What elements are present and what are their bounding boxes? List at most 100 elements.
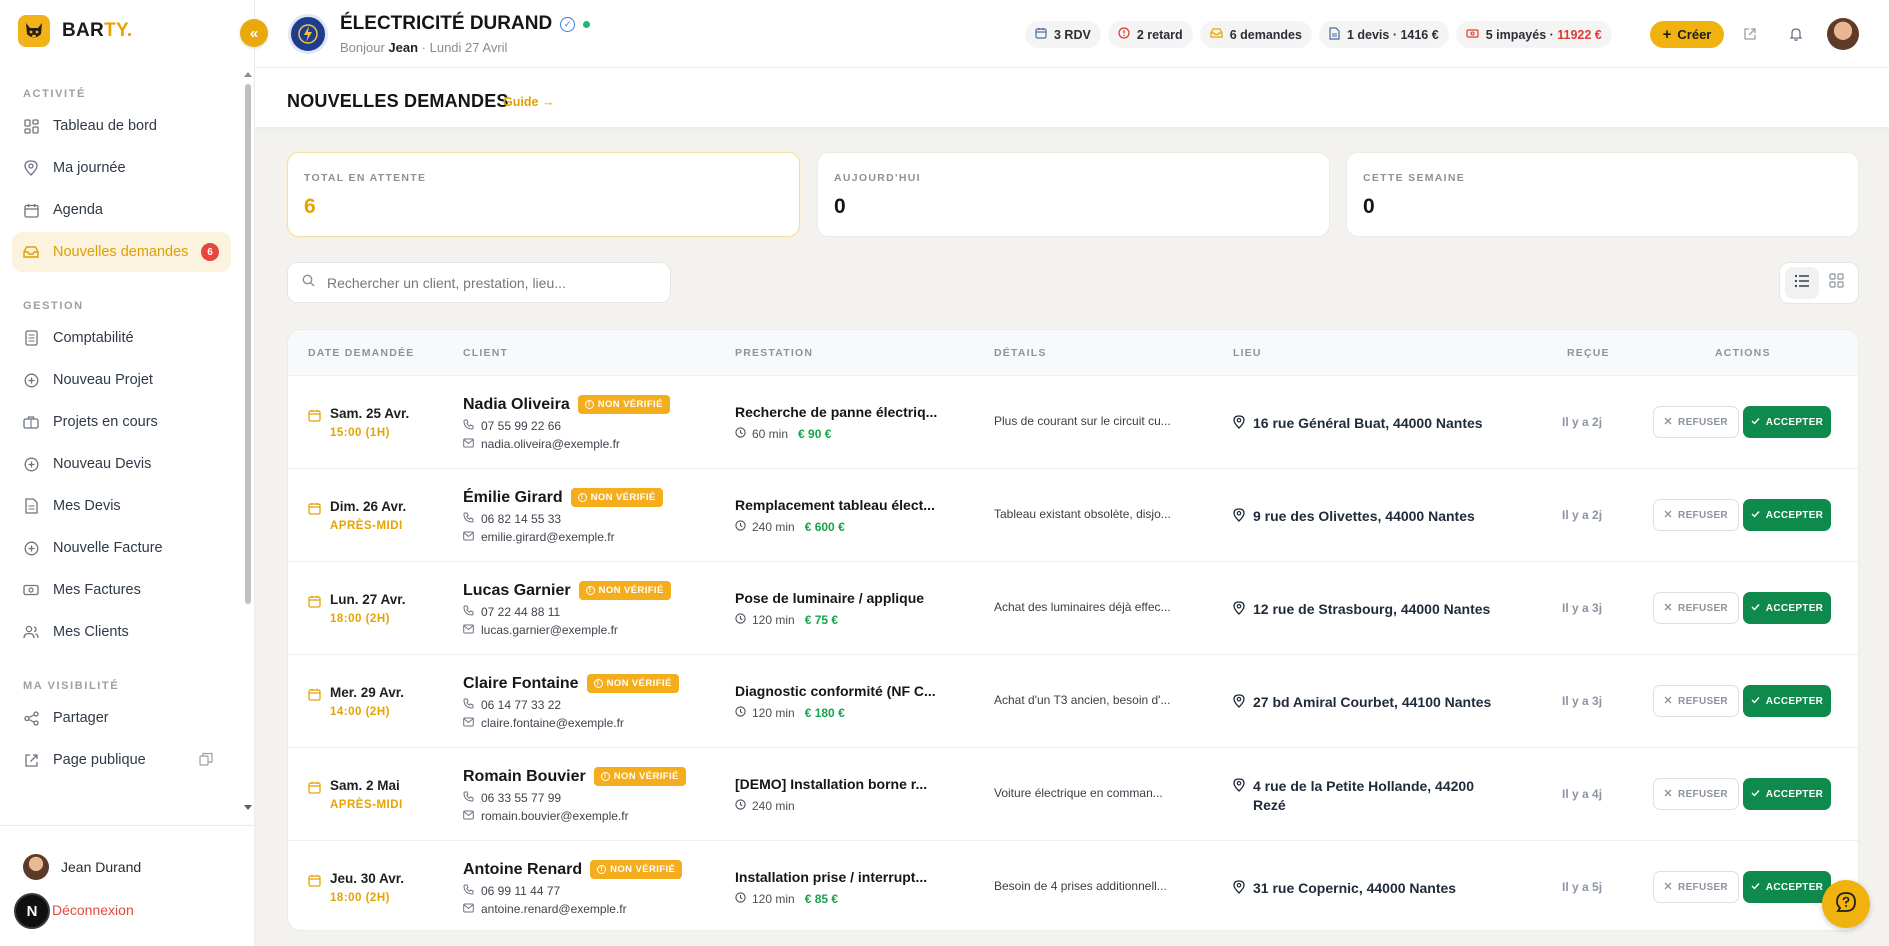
briefcase-icon — [23, 414, 39, 430]
refuse-button[interactable]: REFUSER — [1653, 406, 1739, 438]
client-name[interactable]: Lucas Garnier! NON VÉRIFIÉ — [463, 581, 671, 600]
unverified-badge: ! NON VÉRIFIÉ — [570, 488, 663, 507]
client-phone[interactable]: 06 82 14 55 33 — [463, 512, 561, 526]
sidebar-item-projets-en-cours[interactable]: Projets en cours — [12, 402, 231, 442]
client-email[interactable]: emilie.girard@exemple.fr — [463, 530, 615, 544]
sidebar-item-tableau-de-bord[interactable]: Tableau de bord — [12, 106, 231, 146]
table-row[interactable]: Mer. 29 Avr. 14:00 (2H) Claire Fontaine! NO… — [288, 654, 1858, 747]
list-icon — [1794, 274, 1810, 293]
grid-view-button[interactable] — [1820, 267, 1854, 299]
logout-button[interactable]: Déconnexion — [52, 902, 134, 918]
client-phone[interactable]: 07 55 99 22 66 — [463, 419, 561, 433]
sidebar-item-ma-journee[interactable]: Ma journée — [12, 148, 231, 188]
client-phone[interactable]: 06 14 77 33 22 — [463, 698, 561, 712]
refuse-button[interactable]: REFUSER — [1653, 871, 1739, 903]
client-name[interactable]: Émilie Girard! NON VÉRIFIÉ — [463, 488, 663, 507]
chip-impayes[interactable]: 5 impayés · 11922 € — [1455, 21, 1612, 48]
sidebar-item-label: Nouvelles demandes — [53, 244, 189, 260]
sidebar-item-mes-devis[interactable]: Mes Devis — [12, 486, 231, 526]
accept-button[interactable]: ACCEPTER — [1743, 778, 1831, 810]
list-view-button[interactable] — [1784, 267, 1819, 299]
table-row[interactable]: Dim. 26 Avr. APRÈS-MIDI Émilie Girard! NON … — [288, 468, 1858, 561]
sidebar-item-comptabilite[interactable]: Comptabilité — [12, 318, 231, 358]
client-email[interactable]: nadia.oliveira@exemple.fr — [463, 437, 620, 451]
client-email[interactable]: claire.fontaine@exemple.fr — [463, 716, 624, 730]
scroll-thumb[interactable] — [245, 84, 251, 604]
external-link-icon[interactable] — [1740, 24, 1760, 44]
sidebar-item-nouveau-devis[interactable]: Nouveau Devis — [12, 444, 231, 484]
refuse-button[interactable]: REFUSER — [1653, 592, 1739, 624]
scroll-down-arrow-icon[interactable] — [244, 805, 252, 810]
accept-button[interactable]: ACCEPTER — [1743, 499, 1831, 531]
brand[interactable]: BARTY. — [18, 14, 132, 48]
search-input[interactable] — [327, 274, 647, 291]
client-phone[interactable]: 06 33 55 77 99 — [463, 791, 561, 805]
table-row[interactable]: Jeu. 30 Avr. 18:00 (2H) Antoine Renard! NON… — [288, 840, 1858, 930]
chip-retard[interactable]: 2 retard — [1107, 21, 1193, 48]
refuse-button[interactable]: REFUSER — [1653, 778, 1739, 810]
sidebar-item-nouvelle-facture[interactable]: Nouvelle Facture — [12, 528, 231, 568]
company-logo — [288, 14, 328, 54]
sidebar-footer: Jean Durand Déconnexion N — [0, 825, 255, 946]
chip-rdv[interactable]: 3 RDV — [1025, 21, 1101, 48]
received-time: Il y a 4j — [1562, 787, 1603, 801]
sidebar-item-partager[interactable]: Partager — [12, 698, 231, 738]
client-phone[interactable]: 07 22 44 88 11 — [463, 605, 560, 619]
column-header-lieu[interactable]: LIEU — [1233, 347, 1262, 359]
table-row[interactable]: Sam. 25 Avr. 15:00 (1H) Nadia Oliveira! NON… — [288, 375, 1858, 468]
sidebar-item-mes-clients[interactable]: Mes Clients — [12, 612, 231, 652]
refuse-button[interactable]: REFUSER — [1653, 499, 1739, 531]
column-header-date[interactable]: DATE DEMANDÉE — [308, 347, 414, 359]
close-icon — [1664, 417, 1672, 428]
column-header-client[interactable]: CLIENT — [463, 347, 508, 359]
collapse-sidebar-button[interactable]: « — [240, 19, 268, 47]
scroll-up-arrow-icon[interactable] — [244, 72, 252, 77]
calendar-icon — [308, 688, 321, 706]
close-icon — [1664, 696, 1672, 707]
client-email[interactable]: antoine.renard@exemple.fr — [463, 902, 627, 916]
column-header-prestation[interactable]: PRESTATION — [735, 347, 813, 359]
help-chat-button[interactable] — [1822, 880, 1870, 928]
sidebar-scrollbar[interactable] — [243, 70, 253, 810]
sidebar-item-nouveau-projet[interactable]: Nouveau Projet — [12, 360, 231, 400]
table-row[interactable]: Lun. 27 Avr. 18:00 (2H) Lucas Garnier! NON … — [288, 561, 1858, 654]
client-name[interactable]: Claire Fontaine! NON VÉRIFIÉ — [463, 674, 679, 693]
column-header-details[interactable]: DÉTAILS — [994, 347, 1047, 359]
create-button[interactable]: + Créer — [1650, 21, 1724, 48]
accept-button[interactable]: ACCEPTER — [1743, 871, 1831, 903]
unverified-badge: ! NON VÉRIFIÉ — [590, 860, 683, 879]
unverified-badge: ! NON VÉRIFIÉ — [577, 395, 670, 414]
table-row[interactable]: Sam. 2 Mai APRÈS-MIDI Romain Bouvier! NON V… — [288, 747, 1858, 840]
sidebar-item-mes-factures[interactable]: Mes Factures — [12, 570, 231, 610]
user-avatar-menu[interactable] — [1827, 18, 1859, 50]
request-location: 9 rue des Olivettes, 44000 Nantes — [1233, 507, 1493, 527]
page-header: NOUVELLES DEMANDES Guide → — [255, 68, 1889, 128]
bell-icon[interactable] — [1786, 24, 1806, 44]
accept-button[interactable]: ACCEPTER — [1743, 685, 1831, 717]
top-header: ÉLECTRICITÉ DURAND ✓ Bonjour Jean · Lund… — [255, 0, 1889, 68]
dev-tools-badge[interactable]: N — [14, 893, 50, 929]
chip-devis[interactable]: 1 devis · 1416 € — [1318, 21, 1449, 48]
client-email[interactable]: romain.bouvier@exemple.fr — [463, 809, 629, 823]
column-header-recue[interactable]: REÇUE — [1567, 347, 1610, 359]
sidebar: BARTY. ACTIVITÉ Tableau de bord Ma journée… — [0, 0, 255, 946]
guide-link[interactable]: Guide → — [503, 95, 554, 109]
sidebar-item-agenda[interactable]: Agenda — [12, 190, 231, 230]
search-box — [287, 262, 671, 303]
prestation-meta: 120 min € 180 € — [735, 706, 845, 720]
sidebar-item-nouvelles-demandes[interactable]: Nouvelles demandes 6 — [12, 232, 231, 272]
client-name[interactable]: Antoine Renard! NON VÉRIFIÉ — [463, 860, 683, 879]
sidebar-item-page-publique[interactable]: Page publique — [12, 740, 231, 780]
user-profile[interactable]: Jean Durand — [23, 854, 141, 880]
client-name[interactable]: Nadia Oliveira! NON VÉRIFIÉ — [463, 395, 670, 414]
client-email[interactable]: lucas.garnier@exemple.fr — [463, 623, 618, 637]
client-phone[interactable]: 06 99 11 44 77 — [463, 884, 560, 898]
accept-button[interactable]: ACCEPTER — [1743, 592, 1831, 624]
client-name[interactable]: Romain Bouvier! NON VÉRIFIÉ — [463, 767, 686, 786]
chip-demandes[interactable]: 6 demandes — [1199, 21, 1312, 48]
location-pin-icon — [1233, 694, 1245, 713]
location-pin-icon — [23, 160, 39, 176]
refuse-button[interactable]: REFUSER — [1653, 685, 1739, 717]
accept-button[interactable]: ACCEPTER — [1743, 406, 1831, 438]
copy-icon[interactable] — [199, 752, 213, 770]
